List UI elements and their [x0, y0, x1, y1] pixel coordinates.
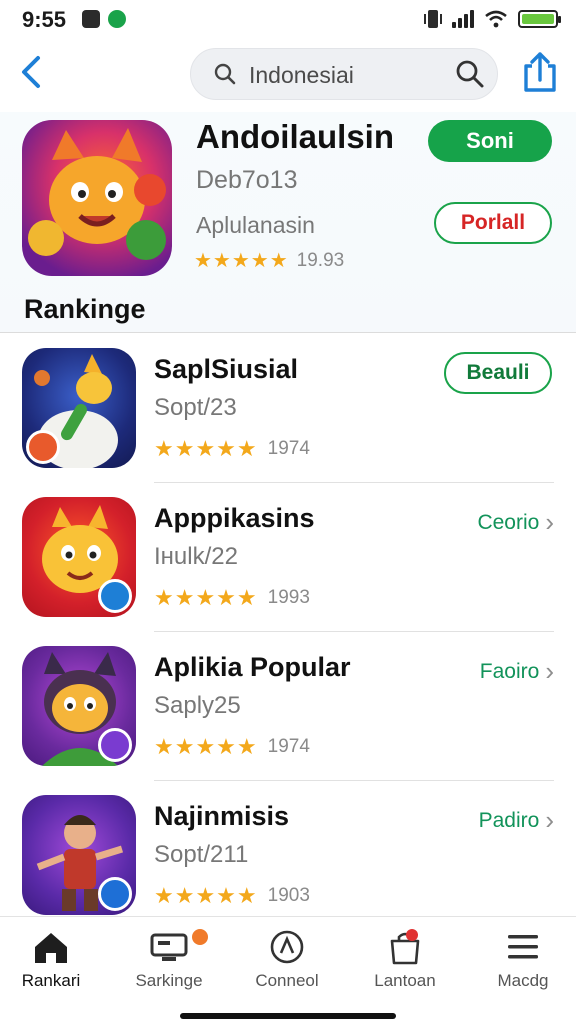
app-badge-icon	[26, 430, 60, 464]
tab-lantoan[interactable]: Lantoan	[350, 923, 460, 1003]
home-indicator[interactable]	[180, 1013, 396, 1019]
star-rating: ★★★★★	[154, 883, 258, 908]
app-meta: Sopt/23	[154, 394, 237, 421]
status-time: 9:55	[22, 7, 67, 32]
list-item[interactable]: Apppikasins Iнulk/22 ★★★★★ 1993 Ceorio ›	[0, 483, 576, 632]
featured-app-icon[interactable]	[22, 120, 172, 276]
app-link[interactable]: Padiro ›	[479, 805, 554, 836]
star-rating: ★★★★★	[154, 436, 258, 461]
app-badge-icon	[98, 728, 132, 762]
tab-label: Rankari	[21, 971, 81, 990]
app-link-label: Padiro	[478, 808, 540, 832]
tab-sarkinge[interactable]: Sarkinge	[114, 923, 224, 1003]
rating-count: 1974	[267, 736, 310, 757]
app-icon[interactable]	[22, 646, 136, 766]
app-rating: ★★★★★ 1974	[154, 734, 310, 760]
app-badge-icon	[98, 877, 132, 911]
app-rating: ★★★★★ 1993	[154, 585, 310, 611]
app-link[interactable]: Faoiro ›	[480, 656, 554, 687]
list-item[interactable]: Aplikia Popular Saply25 ★★★★★ 1974 Faoir…	[0, 632, 576, 781]
app-name: Aplikia Popular	[154, 652, 351, 682]
search-bar[interactable]: Indonesiai	[190, 48, 498, 100]
search-input[interactable]: Indonesiai	[249, 62, 354, 89]
app-link-label: Ceorio	[477, 510, 540, 534]
featured-app-rating: ★★★★★ 19.93	[194, 248, 344, 273]
signal-icon	[452, 10, 474, 28]
divider	[0, 332, 576, 333]
back-chevron-icon[interactable]	[14, 52, 50, 92]
list-item[interactable]: SaplSiusial Sopt/23 ★★★★★ 1974 Beauli	[0, 334, 576, 483]
tab-bar: Rankari Sarkinge Conneol Lantoan Macdg	[0, 916, 576, 1024]
tab-label: Sarkinge	[135, 971, 203, 990]
ranking-list: SaplSiusial Sopt/23 ★★★★★ 1974 Beauli Ap…	[0, 334, 576, 930]
featured-get-button[interactable]: Soni	[428, 120, 552, 162]
rankings-icon	[150, 933, 188, 961]
featured-app: Andoilaulsin Deb7o13 Aplulanasin ★★★★★ 1…	[0, 112, 576, 332]
featured-app-subtitle: Deb7o13	[196, 166, 298, 194]
app-icon[interactable]	[22, 795, 136, 915]
vibrate-icon	[424, 10, 442, 28]
rating-count: 1903	[267, 885, 310, 906]
home-icon	[35, 933, 67, 963]
app-icon[interactable]	[22, 348, 136, 468]
search-icon	[214, 63, 236, 85]
app-meta: Iнulk/22	[154, 543, 238, 570]
featured-app-category: Aplulanasin	[196, 212, 315, 238]
app-badge-icon	[98, 579, 132, 613]
menu-icon	[508, 935, 538, 959]
tab-label: Macdg	[497, 971, 549, 990]
rating-count: 1974	[267, 438, 310, 459]
search-submit-icon[interactable]	[455, 59, 485, 89]
chevron-right-icon: ›	[545, 805, 554, 835]
share-icon[interactable]	[522, 50, 558, 94]
tab-label: Lantoan	[374, 971, 436, 990]
connect-icon	[270, 930, 304, 964]
app-name: Najinmisis	[154, 801, 290, 831]
notification-badge	[406, 929, 418, 941]
app-link[interactable]: Ceorio ›	[477, 507, 554, 538]
status-bar: 9:55	[0, 0, 576, 40]
app-icon[interactable]	[22, 497, 136, 617]
chevron-right-icon: ›	[545, 507, 554, 537]
notification-badge	[192, 929, 208, 945]
rating-count: 1993	[267, 587, 310, 608]
star-rating: ★★★★★	[154, 734, 258, 759]
tab-conneol[interactable]: Conneol	[232, 923, 342, 1003]
list-item[interactable]: Najinmisis Sopt/211 ★★★★★ 1903 Padiro ›	[0, 781, 576, 930]
section-title: Rankinge	[24, 294, 146, 324]
bag-icon	[390, 932, 420, 965]
app-meta: Sopt/211	[154, 841, 249, 868]
tab-label: Conneol	[255, 971, 319, 990]
star-rating: ★★★★★	[194, 250, 289, 272]
chevron-right-icon: ›	[545, 656, 554, 686]
tab-macdg[interactable]: Macdg	[468, 923, 576, 1003]
app-link-label: Faoiro	[479, 659, 540, 683]
battery-icon	[518, 10, 561, 28]
notification-icon	[82, 10, 100, 28]
app-name: SaplSiusial	[154, 354, 299, 384]
app-notification-icon	[108, 10, 126, 28]
app-rating: ★★★★★ 1903	[154, 883, 310, 909]
wifi-icon	[485, 10, 507, 28]
star-rating: ★★★★★	[154, 585, 258, 610]
rating-count: 19.93	[296, 249, 345, 271]
tab-rankari[interactable]: Rankari	[0, 923, 106, 1003]
app-action-button[interactable]: Beauli	[444, 352, 552, 394]
app-rating: ★★★★★ 1974	[154, 436, 310, 462]
featured-more-button[interactable]: Porlall	[434, 202, 552, 244]
header: Indonesiai	[0, 40, 576, 112]
app-name: Apppikasins	[154, 503, 315, 533]
app-meta: Saply25	[154, 692, 241, 719]
featured-app-title: Andoilaulsin	[196, 118, 394, 155]
